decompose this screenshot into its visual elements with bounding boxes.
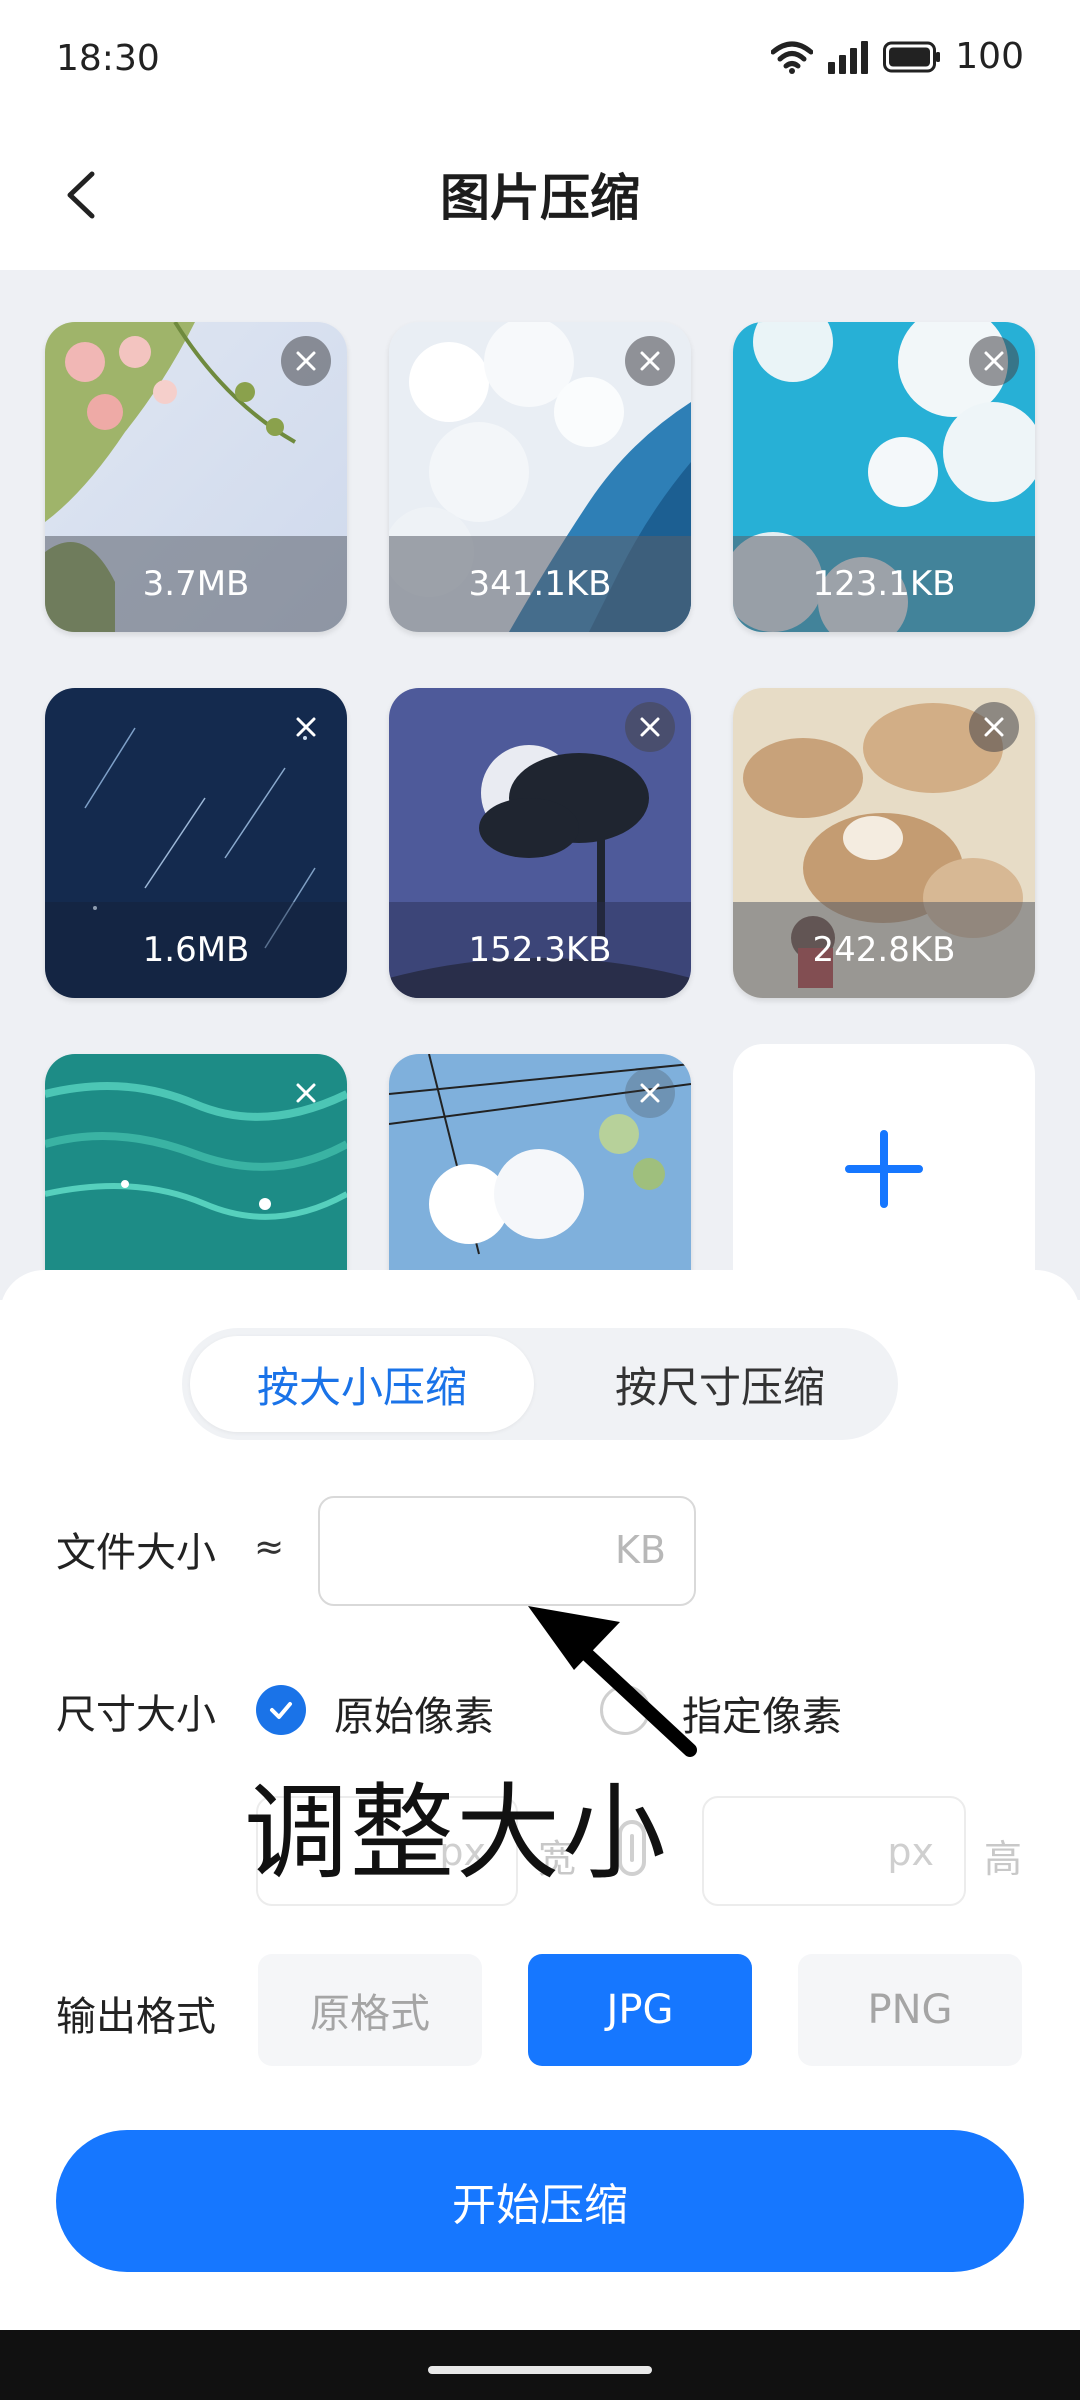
output-format-label: 输出格式 [56, 1994, 216, 2040]
image-grid: 3.7MB 341.1KB 123.1KB 1.6MB 152.3KB 242.… [0, 270, 1080, 1300]
file-size-label: 341.1KB [389, 536, 691, 632]
close-icon [984, 717, 1004, 737]
image-tile[interactable]: 242.8KB [733, 688, 1035, 998]
close-icon [296, 351, 316, 371]
image-tile[interactable]: 3.7MB [45, 322, 347, 632]
wifi-icon [771, 41, 814, 74]
remove-image-button[interactable] [625, 702, 675, 752]
signal-icon [828, 40, 869, 74]
remove-image-button[interactable] [969, 702, 1019, 752]
battery-icon [883, 41, 941, 72]
file-size-label: 123.1KB [733, 536, 1035, 632]
file-size-label: 152.3KB [389, 902, 691, 998]
status-icons: 100 [771, 36, 1024, 77]
remove-image-button[interactable] [625, 336, 675, 386]
image-tile[interactable] [389, 1054, 691, 1300]
plus-icon [845, 1130, 923, 1208]
start-compress-button[interactable]: 开始压缩 [56, 2130, 1024, 2272]
file-size-label: 3.7MB [45, 536, 347, 632]
image-tile[interactable]: 152.3KB [389, 688, 691, 998]
image-tile[interactable]: 341.1KB [389, 322, 691, 632]
file-size-label: 242.8KB [733, 902, 1035, 998]
remove-image-button[interactable] [281, 1068, 331, 1118]
status-bar: 18:30 100 [0, 0, 1080, 120]
image-tile[interactable]: 123.1KB [733, 322, 1035, 632]
compression-settings-panel: 按大小压缩 按尺寸压缩 文件大小 ≈ KB 尺寸大小 原始像素 指定像素 px … [0, 1270, 1080, 2330]
annotation-arrow-icon [528, 1606, 697, 1757]
remove-image-button[interactable] [625, 1068, 675, 1118]
home-indicator[interactable] [428, 2366, 652, 2374]
file-size-label: 1.6MB [45, 902, 347, 998]
format-png-button[interactable]: PNG [798, 1954, 1022, 2066]
add-image-button[interactable] [733, 1044, 1035, 1300]
remove-image-button[interactable] [281, 336, 331, 386]
close-icon [296, 717, 316, 737]
close-icon [640, 1083, 660, 1103]
battery-level: 100 [955, 36, 1024, 77]
status-time: 18:30 [56, 38, 160, 79]
image-tile[interactable]: 1.6MB [45, 688, 347, 998]
format-jpg-button[interactable]: JPG [528, 1954, 752, 2066]
image-tile[interactable] [45, 1054, 347, 1300]
system-navigation-bar [0, 2330, 1080, 2400]
close-icon [984, 351, 1004, 371]
close-icon [640, 351, 660, 371]
app-header: 图片压缩 [0, 120, 1080, 270]
remove-image-button[interactable] [969, 336, 1019, 386]
close-icon [296, 1083, 316, 1103]
page-title: 图片压缩 [440, 169, 640, 227]
close-icon [640, 717, 660, 737]
remove-image-button[interactable] [281, 702, 331, 752]
format-original-button[interactable]: 原格式 [258, 1954, 482, 2066]
